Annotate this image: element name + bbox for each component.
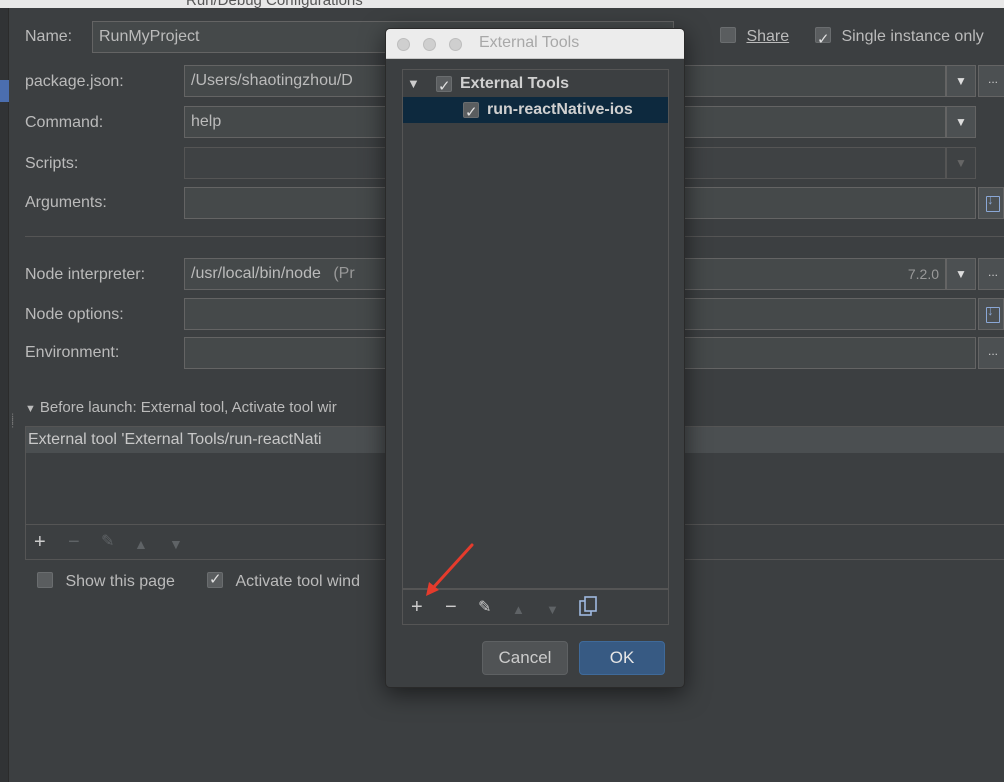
environment-label: Environment: — [25, 344, 120, 361]
share-checkbox[interactable] — [720, 27, 736, 43]
single-instance-label: Single instance only — [841, 28, 984, 45]
package-json-label: package.json: — [25, 73, 124, 90]
add-tool-icon[interactable]: + — [411, 597, 423, 617]
ok-button[interactable]: OK — [579, 641, 665, 675]
node-interpreter-dropdown[interactable]: ▼ — [946, 258, 976, 290]
collapse-triangle-icon: ▼ — [25, 403, 36, 415]
node-interpreter-path: /usr/local/bin/node — [191, 265, 321, 282]
activate-tool-checkbox[interactable] — [207, 570, 223, 588]
before-launch-header[interactable]: ▼ Before launch: External tool, Activate … — [25, 399, 337, 416]
window-titlebar: Run/Debug Configurations — [0, 0, 1004, 8]
before-launch-title: Before launch: External tool, Activate t… — [39, 399, 337, 416]
node-interpreter-browse-button[interactable]: ... — [978, 258, 1004, 290]
edit-pencil-icon[interactable]: ✎ — [101, 532, 114, 552]
zoom-window-icon[interactable] — [449, 38, 462, 51]
chevron-down-icon: ▼ — [955, 115, 967, 129]
window-title: Run/Debug Configurations — [186, 0, 363, 8]
close-window-icon[interactable] — [397, 38, 410, 51]
config-tree-strip — [0, 8, 9, 782]
config-tree-selection[interactable] — [0, 80, 9, 102]
edit-tool-pencil-icon[interactable]: ✎ — [478, 598, 491, 618]
node-version: 7.2.0 — [907, 266, 939, 282]
show-page-option[interactable]: Show this page — [37, 572, 175, 591]
node-interpreter-hint: (Pr — [333, 265, 355, 282]
scripts-dropdown: ▼ — [946, 147, 976, 179]
activate-tool-option[interactable]: Activate tool wind — [207, 570, 360, 591]
environment-browse-button[interactable]: ... — [978, 337, 1004, 369]
item-checkbox[interactable] — [463, 100, 479, 126]
minimize-window-icon[interactable] — [423, 38, 436, 51]
package-json-browse-button[interactable]: ... — [978, 65, 1004, 97]
node-interpreter-label: Node interpreter: — [25, 266, 146, 283]
chevron-down-icon: ▼ — [955, 156, 967, 170]
dialog-titlebar: External Tools — [386, 29, 684, 59]
scripts-label: Scripts: — [25, 155, 79, 172]
single-instance-option[interactable]: Single instance only — [815, 22, 984, 55]
cancel-button[interactable]: Cancel — [482, 641, 568, 675]
tree-group-label: External Tools — [460, 75, 570, 92]
arguments-label: Arguments: — [25, 194, 107, 211]
name-label: Name: — [25, 28, 73, 45]
share-label: Share — [746, 28, 790, 45]
expand-node-options-icon[interactable] — [978, 298, 1004, 330]
command-label: Command: — [25, 114, 104, 131]
move-down-icon[interactable]: ▼ — [546, 600, 559, 620]
share-option[interactable]: Share — [720, 22, 789, 52]
tree-group-external-tools[interactable]: ▼ External Tools — [403, 71, 668, 100]
copy-tool-icon[interactable] — [578, 596, 598, 622]
show-page-checkbox[interactable] — [37, 572, 53, 588]
remove-tool-icon[interactable]: − — [445, 597, 457, 617]
move-down-icon[interactable]: ▼ — [169, 534, 183, 554]
group-checkbox[interactable] — [436, 74, 452, 100]
package-json-dropdown[interactable]: ▼ — [946, 65, 976, 97]
move-up-icon[interactable]: ▲ — [512, 600, 525, 620]
splitter-grip[interactable]: ⁝ ⁝ ⁝ — [11, 413, 14, 431]
show-page-label: Show this page — [65, 573, 175, 590]
single-instance-checkbox[interactable] — [815, 25, 831, 55]
command-dropdown[interactable]: ▼ — [946, 106, 976, 138]
chevron-down-icon: ▼ — [955, 267, 967, 281]
move-up-icon[interactable]: ▲ — [134, 534, 148, 554]
chevron-down-icon: ▼ — [955, 74, 967, 88]
add-icon[interactable]: + — [34, 532, 46, 552]
remove-icon[interactable]: − — [68, 532, 80, 552]
dialog-title: External Tools — [479, 34, 580, 51]
node-options-label: Node options: — [25, 306, 124, 323]
activate-tool-label: Activate tool wind — [235, 573, 360, 590]
tree-item-run-reactnative-ios[interactable]: run-reactNative-ios — [403, 97, 668, 126]
expand-arguments-icon[interactable] — [978, 187, 1004, 219]
expand-triangle-icon[interactable]: ▼ — [407, 71, 420, 97]
tree-item-label: run-reactNative-ios — [487, 101, 633, 118]
tools-tree: ▼ External Tools run-reactNative-ios — [402, 69, 669, 589]
annotation-arrow-icon — [426, 543, 474, 596]
